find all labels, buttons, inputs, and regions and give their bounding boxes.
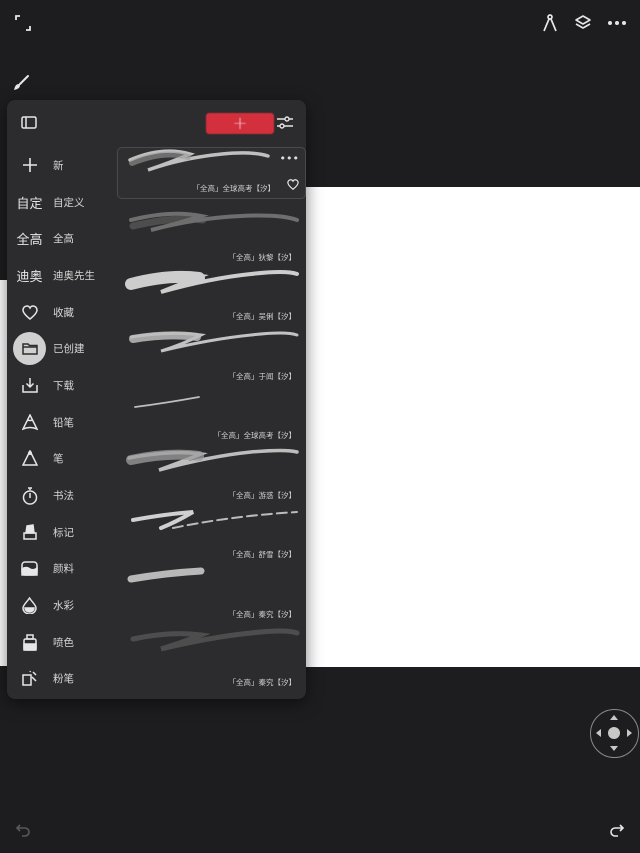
- category-downloads[interactable]: 下载: [7, 367, 117, 404]
- fullscreen-icon[interactable]: [14, 14, 32, 32]
- more-icon[interactable]: [605, 13, 629, 33]
- category-new[interactable]: 新: [7, 147, 117, 184]
- add-brush-button[interactable]: +: [206, 113, 274, 134]
- category-label: 自定义: [53, 196, 85, 209]
- paint-icon: [13, 552, 46, 585]
- category-chalk[interactable]: 粉笔: [7, 661, 117, 698]
- brush-stroke-preview: [134, 395, 200, 408]
- brush-icon[interactable]: [10, 72, 32, 94]
- brush-name: 「全高」狄黎【汐】: [228, 252, 297, 262]
- heart-icon[interactable]: [287, 175, 299, 194]
- add-brush-label: +: [232, 112, 248, 134]
- brush-name: 「全高」全球高考【汐】: [192, 184, 276, 193]
- category-text-icon: 全高: [16, 233, 43, 249]
- category-custom[interactable]: 自定 自定义: [7, 184, 117, 221]
- sidebar-toggle-icon[interactable]: [20, 114, 38, 130]
- heart-icon: [13, 296, 46, 329]
- brush-item[interactable]: 「全高」舒雪【汐】: [117, 504, 306, 564]
- spray-icon: [13, 626, 46, 659]
- settings-sliders-icon[interactable]: [275, 114, 295, 132]
- brush-item[interactable]: 「全高」吴俐【汐】: [117, 266, 306, 326]
- watercolor-icon: [13, 589, 46, 622]
- calligraphy-icon: [13, 479, 46, 512]
- folder-icon: [13, 332, 46, 366]
- brush-category-list: 新 自定 自定义 全高 全高 迪奥 迪奥先生 收藏 已创建 下载 铅笔 笔 书法…: [7, 147, 117, 697]
- brush-stroke-preview: [126, 448, 299, 472]
- brush-item[interactable]: 「全高」游惑【汐】: [117, 444, 306, 504]
- brush-library-panel: + 新 自定 自定义 全高 全高 迪奥 迪奥先生 收藏 已创建 下载 铅笔 笔 …: [7, 100, 306, 699]
- category-label: 已创建: [53, 343, 85, 356]
- category-quangao[interactable]: 全高 全高: [7, 220, 117, 257]
- category-calligraphy[interactable]: 书法: [7, 477, 117, 514]
- brush-stroke-preview: [130, 628, 300, 651]
- brush-name: 「全高」全球高考【汐】: [213, 431, 297, 440]
- panel-header: +: [7, 100, 306, 146]
- category-label: 迪奥先生: [53, 269, 95, 282]
- category-label: 标记: [53, 526, 74, 539]
- nav-pad-icon[interactable]: [590, 709, 639, 758]
- undo-icon[interactable]: [14, 821, 32, 839]
- brush-item[interactable]: 「全高」狄黎【汐】: [117, 206, 306, 266]
- chalk-icon: [13, 662, 46, 695]
- category-label: 下载: [53, 379, 74, 392]
- brush-item[interactable]: 「全高」秦究【汐】: [117, 563, 306, 623]
- category-text-icon: 迪奥: [16, 269, 43, 285]
- category-dior[interactable]: 迪奥 迪奥先生: [7, 257, 117, 294]
- category-favorites[interactable]: 收藏: [7, 294, 117, 331]
- category-spray[interactable]: 喷色: [7, 624, 117, 661]
- category-created[interactable]: 已创建: [7, 330, 117, 367]
- brush-item[interactable]: 「全高」全球高考【汐】: [117, 385, 306, 445]
- category-label: 颜料: [53, 563, 74, 576]
- brush-name: 「全高」游惑【汐】: [228, 490, 297, 500]
- drawing-canvas[interactable]: [306, 187, 640, 667]
- category-label: 全高: [53, 233, 74, 246]
- layers-icon[interactable]: [573, 13, 593, 33]
- category-paint[interactable]: 颜料: [7, 551, 117, 588]
- pencil-icon: [13, 406, 46, 439]
- category-label: 收藏: [53, 306, 74, 319]
- category-watercolor[interactable]: 水彩: [7, 587, 117, 624]
- brush-item[interactable]: ••• 「全高」全球高考【汐】: [117, 147, 306, 199]
- category-label: 新: [53, 159, 64, 172]
- selection-icon[interactable]: [540, 13, 560, 33]
- category-label: 铅笔: [53, 416, 74, 429]
- category-label: 喷色: [53, 636, 74, 649]
- brush-item[interactable]: 「全高」秦究【汐】: [117, 623, 306, 687]
- brush-stroke-preview: [129, 211, 299, 232]
- category-label: 水彩: [53, 600, 74, 613]
- brush-name: 「全高」秦究【汐】: [228, 678, 297, 687]
- brush-list: ••• 「全高」全球高考【汐】 「全高」狄黎【汐】 「全高」吴俐【汐】 「全高」…: [117, 147, 306, 687]
- brush-name: 「全高」秦究【汐】: [228, 609, 297, 619]
- marker-icon: [13, 516, 46, 549]
- category-label: 粉笔: [53, 673, 74, 686]
- brush-stroke-preview: [131, 509, 298, 530]
- brush-name: 「全高」于闻【汐】: [228, 371, 297, 381]
- brush-stroke-preview: [129, 331, 299, 353]
- brush-name: 「全高」舒雪【汐】: [228, 550, 297, 559]
- pen-icon: [13, 442, 46, 475]
- download-icon: [13, 369, 46, 402]
- redo-icon[interactable]: [608, 821, 626, 839]
- category-pencil[interactable]: 铅笔: [7, 404, 117, 441]
- plus-icon: [13, 149, 46, 182]
- category-label: 书法: [53, 490, 74, 503]
- brush-stroke-preview: [125, 269, 299, 294]
- category-text-icon: 自定: [16, 196, 43, 212]
- brush-stroke-preview: [127, 567, 205, 583]
- category-marker[interactable]: 标记: [7, 514, 117, 551]
- brush-name: 「全高」吴俐【汐】: [228, 312, 297, 321]
- category-pen[interactable]: 笔: [7, 441, 117, 478]
- brush-item[interactable]: 「全高」于闻【汐】: [117, 325, 306, 385]
- brush-stroke-preview: [128, 149, 270, 172]
- category-label: 笔: [53, 453, 64, 466]
- more-options-icon[interactable]: •••: [280, 152, 299, 165]
